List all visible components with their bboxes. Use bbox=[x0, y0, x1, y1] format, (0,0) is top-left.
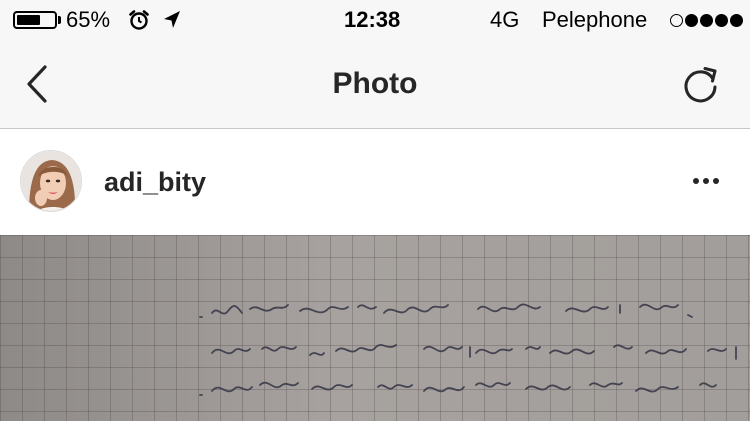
alarm-icon bbox=[129, 10, 149, 30]
signal-dot bbox=[715, 14, 728, 27]
navigation-bar: Photo bbox=[0, 40, 750, 129]
handwriting-image bbox=[199, 303, 737, 396]
status-time: 12:38 bbox=[344, 7, 401, 32]
battery-icon bbox=[13, 11, 57, 29]
carrier-name: Pelephone bbox=[542, 7, 648, 32]
battery-tip bbox=[58, 16, 61, 24]
refresh-icon bbox=[684, 67, 717, 103]
status-bar: 65% 12:38 4G Pelephone bbox=[0, 0, 750, 40]
signal-dot bbox=[700, 14, 713, 27]
post-photo[interactable] bbox=[0, 235, 750, 421]
username-link[interactable]: adi_bity bbox=[104, 166, 206, 198]
more-options-button[interactable] bbox=[688, 169, 728, 193]
signal-dot bbox=[730, 14, 743, 27]
refresh-button[interactable] bbox=[680, 62, 724, 106]
location-arrow-icon bbox=[164, 11, 180, 28]
battery-percent: 65% bbox=[66, 7, 111, 32]
avatar[interactable] bbox=[20, 150, 82, 212]
network-type: 4G bbox=[490, 7, 520, 32]
ellipsis-icon bbox=[693, 178, 719, 184]
signal-dot bbox=[670, 14, 683, 27]
signal-dot bbox=[685, 14, 698, 27]
profile-photo bbox=[21, 151, 81, 211]
signal-strength-icon bbox=[670, 13, 746, 29]
battery-level bbox=[17, 15, 40, 25]
page-title: Photo bbox=[332, 67, 418, 100]
post-header: adi_bity bbox=[0, 129, 750, 235]
